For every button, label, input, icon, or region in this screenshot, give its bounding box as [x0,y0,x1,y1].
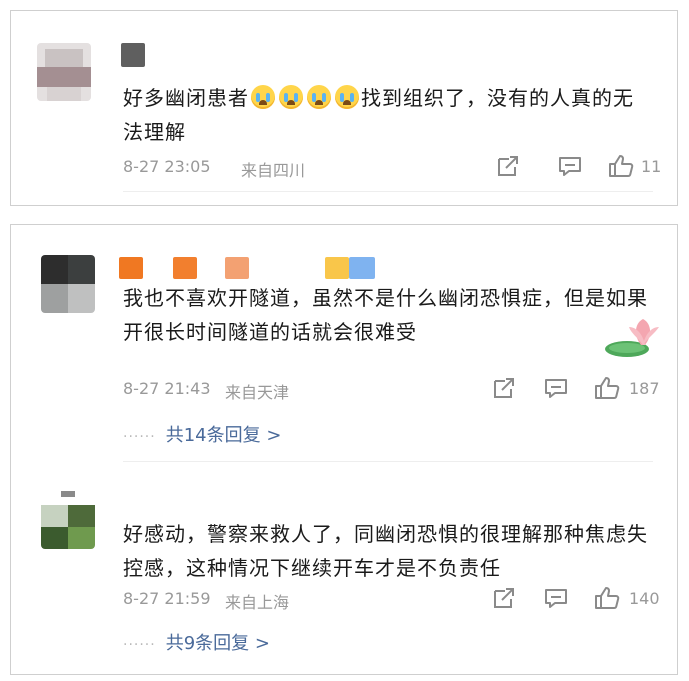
crying-emoji-icon [251,85,275,109]
view-replies-link[interactable]: ······ 共14条回复 > [123,421,281,447]
share-icon[interactable] [491,375,517,401]
replies-count: 共9条回复 > [165,633,270,654]
comment-text: 我也不喜欢开隧道，虽然不是什么幽闭恐惧症，但是如果开很长时间隧道的话就会很难受 [123,286,648,344]
like-count: 11 [641,157,662,176]
avatar[interactable] [41,255,95,313]
comment-meta: 8-27 21:43 来自天津 187 [123,375,660,403]
view-replies-link[interactable]: ······ 共9条回复 > [123,629,270,655]
location: 来自天津 [225,383,290,402]
like-count: 140 [629,589,660,608]
comment-meta: 8-27 23:05 来自四川 11 [123,153,661,181]
reply-dots: ······ [123,637,156,653]
location: 来自上海 [225,593,290,612]
like-icon[interactable] [593,585,621,611]
timestamp: 8-27 21:43 [123,379,211,398]
crying-emoji-icon [279,85,303,109]
timestamp: 8-27 21:59 [123,589,211,608]
comment-text: 好多幽闭患者 找到组织了，没有的人真的无法理解 [123,85,634,144]
divider [123,191,653,192]
comment-icon[interactable] [557,153,583,179]
comment-icon[interactable] [543,585,569,611]
comment-card-2: 我也不喜欢开隧道，虽然不是什么幽闭恐惧症，但是如果开很长时间隧道的话就会很难受 … [10,224,678,675]
like-icon[interactable] [593,375,621,401]
avatar[interactable] [37,43,91,101]
comment-meta: 8-27 21:59 来自上海 140 [123,585,660,613]
like-icon[interactable] [607,153,635,179]
lotus-decoration-icon [603,315,663,363]
replies-count: 共14条回复 > [165,425,282,446]
avatar[interactable] [41,491,95,549]
location: 来自四川 [241,161,306,180]
comment-card-1: 好多幽闭患者 找到组织了，没有的人真的无法理解 8-27 23:05 来自四川 1… [10,10,678,206]
timestamp: 8-27 23:05 [123,157,211,176]
share-icon[interactable] [491,585,517,611]
reply-dots: ······ [123,429,156,445]
comment-text: 好感动，警察来救人了，同幽闭恐惧的很理解那种焦虑失控感，这种情况下继续开车才是不… [123,522,648,580]
crying-emoji-icon [335,85,359,109]
divider [123,461,653,462]
crying-emoji-icon [307,85,331,109]
comment-icon[interactable] [543,375,569,401]
share-icon[interactable] [495,153,521,179]
like-count: 187 [629,379,660,398]
